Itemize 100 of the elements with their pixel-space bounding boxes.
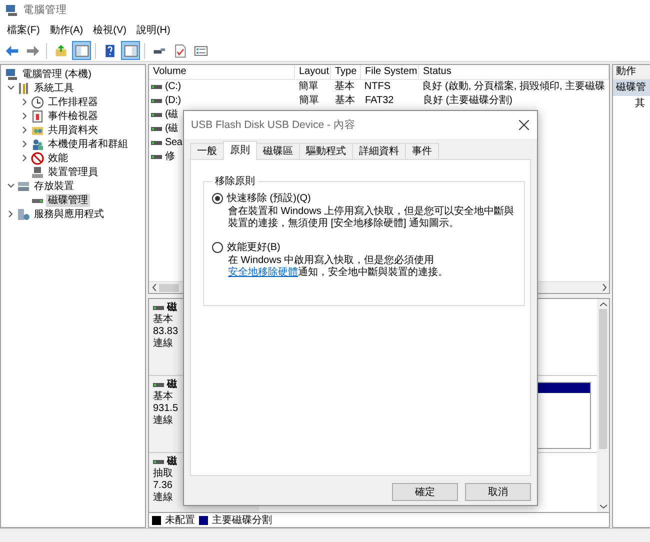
table-cell: (D:) bbox=[165, 94, 181, 108]
tree-item[interactable]: 系統工具 bbox=[32, 82, 76, 94]
action-pane-button[interactable] bbox=[121, 41, 140, 60]
disk-type: 抽取 bbox=[153, 468, 174, 479]
tree-item[interactable]: 磁碟管理 bbox=[46, 194, 90, 206]
expand-chevron-icon[interactable] bbox=[7, 84, 15, 92]
dialog-title: USB Flash Disk USB Device - 內容 bbox=[191, 118, 356, 132]
log-icon bbox=[31, 110, 44, 122]
scroll-right-icon[interactable] bbox=[602, 284, 606, 291]
radio-label[interactable]: 快速移除 (預設)(Q) bbox=[227, 191, 311, 205]
column-header[interactable]: Layout bbox=[295, 65, 331, 79]
list-icon bbox=[194, 44, 208, 58]
collapse-chevron-icon[interactable] bbox=[7, 210, 15, 218]
tree-item[interactable]: 效能 bbox=[46, 152, 70, 164]
volume-icon bbox=[151, 127, 162, 131]
disk-name: 磁 bbox=[167, 456, 177, 467]
action-pane-icon bbox=[124, 44, 138, 58]
table-cell: FAT32 bbox=[365, 94, 394, 108]
disk-status: 連線 bbox=[153, 415, 174, 426]
volume-icon bbox=[151, 113, 162, 117]
scroll-left-icon[interactable] bbox=[152, 284, 156, 291]
action-item[interactable]: 其 bbox=[613, 96, 650, 112]
clock-icon bbox=[31, 96, 44, 108]
computer-icon bbox=[5, 68, 18, 80]
disk-size: 83.83 bbox=[153, 326, 180, 337]
disk-name: 磁 bbox=[167, 379, 177, 390]
safely-remove-link[interactable]: 安全地移除硬體 bbox=[228, 267, 298, 278]
radio-label[interactable]: 效能更好(B) bbox=[227, 240, 280, 254]
radio-button[interactable] bbox=[212, 192, 223, 204]
check-icon bbox=[172, 44, 186, 58]
table-cell: 良好 (啟動, 分頁檔案, 損毀傾印, 主要磁碟 bbox=[422, 80, 605, 94]
table-cell: NTFS bbox=[364, 80, 390, 94]
tree-item[interactable]: 電腦管理 (本機) bbox=[20, 68, 94, 80]
services-icon bbox=[17, 208, 30, 220]
tab[interactable]: 詳細資料 bbox=[352, 143, 406, 159]
up-icon bbox=[54, 44, 68, 58]
disk-type: 基本 bbox=[153, 391, 174, 402]
menu-item[interactable]: 動作(A) bbox=[44, 21, 88, 39]
column-header[interactable]: Type bbox=[331, 65, 361, 79]
table-cell: 良好 (主要磁碟分割) bbox=[423, 94, 512, 108]
users-icon bbox=[31, 138, 44, 150]
tree-item[interactable]: 本機使用者和群組 bbox=[46, 138, 130, 150]
legend-label: 未配置 bbox=[165, 514, 195, 527]
storage-icon bbox=[17, 180, 30, 192]
actions-header: 動作 bbox=[613, 65, 650, 80]
table-cell: (磁 bbox=[165, 108, 178, 122]
dialog-button[interactable]: 確定 bbox=[392, 483, 458, 501]
action-item[interactable]: 磁碟管 bbox=[613, 80, 650, 96]
expand-chevron-icon[interactable] bbox=[7, 182, 15, 190]
dialog-button[interactable]: 取消 bbox=[465, 483, 531, 501]
group-title: 移除原則 bbox=[214, 175, 256, 188]
tree-item[interactable]: 存放裝置 bbox=[32, 180, 76, 192]
menu-item[interactable]: 說明(H) bbox=[131, 21, 176, 39]
option-description: 在 Windows 中啟用寫入快取，但是您必須使用 安全地移除硬體通知，安全地中斷與裝置的連接。 bbox=[228, 255, 449, 279]
disk-status: 連線 bbox=[153, 492, 174, 503]
menu-item[interactable]: 檔案(F) bbox=[2, 21, 45, 39]
table-cell: 簡單 bbox=[298, 80, 319, 94]
volume-icon bbox=[151, 99, 162, 103]
close-icon[interactable] bbox=[519, 120, 529, 130]
computer-icon bbox=[5, 4, 18, 16]
table-cell: (磁 bbox=[165, 122, 178, 136]
tab[interactable]: 事件 bbox=[405, 143, 439, 159]
disk-name: 磁 bbox=[167, 302, 177, 313]
menu-item[interactable]: 檢視(V) bbox=[88, 21, 132, 39]
tree-pane-button[interactable] bbox=[72, 41, 91, 60]
column-header[interactable]: File System bbox=[361, 65, 419, 79]
volume-icon bbox=[153, 382, 164, 386]
collapse-chevron-icon[interactable] bbox=[21, 126, 29, 134]
scroll-up-icon[interactable] bbox=[600, 302, 606, 307]
tree-item[interactable]: 裝置管理員 bbox=[46, 166, 100, 178]
table-cell: 簡單 bbox=[299, 94, 319, 108]
tab[interactable]: 原則 bbox=[223, 141, 257, 160]
table-cell: 基本 bbox=[335, 94, 355, 108]
tree-item[interactable]: 服務與應用程式 bbox=[32, 208, 106, 220]
tab[interactable]: 一般 bbox=[190, 143, 224, 159]
scroll-down-icon[interactable] bbox=[600, 504, 606, 509]
window-title: 電腦管理 bbox=[23, 3, 67, 17]
table-cell: Sea bbox=[165, 136, 182, 150]
column-header[interactable]: Volume bbox=[149, 65, 295, 79]
tree-item[interactable]: 共用資料夾 bbox=[46, 124, 100, 136]
column-header[interactable]: Status bbox=[419, 65, 609, 79]
forward-icon bbox=[26, 44, 40, 58]
disk-status: 連線 bbox=[153, 338, 174, 349]
volume-icon bbox=[153, 460, 164, 464]
radio-button[interactable] bbox=[212, 242, 223, 252]
volume-icon bbox=[153, 306, 164, 310]
table-cell: 修 bbox=[165, 150, 175, 164]
collapse-chevron-icon[interactable] bbox=[21, 154, 29, 162]
scroll-thumb[interactable] bbox=[159, 284, 179, 292]
disk-size: 7.36 bbox=[153, 480, 174, 491]
vertical-scrollbar[interactable] bbox=[597, 299, 609, 512]
help-icon bbox=[102, 44, 116, 58]
table-cell: 基本 bbox=[334, 80, 354, 94]
tree-item[interactable]: 工作排程器 bbox=[46, 96, 100, 108]
tree-item[interactable]: 事件檢視器 bbox=[46, 110, 100, 122]
volume-icon bbox=[151, 141, 162, 145]
collapse-chevron-icon[interactable] bbox=[21, 112, 29, 120]
collapse-chevron-icon[interactable] bbox=[21, 140, 29, 148]
device-icon bbox=[31, 166, 44, 178]
collapse-chevron-icon[interactable] bbox=[21, 98, 29, 106]
